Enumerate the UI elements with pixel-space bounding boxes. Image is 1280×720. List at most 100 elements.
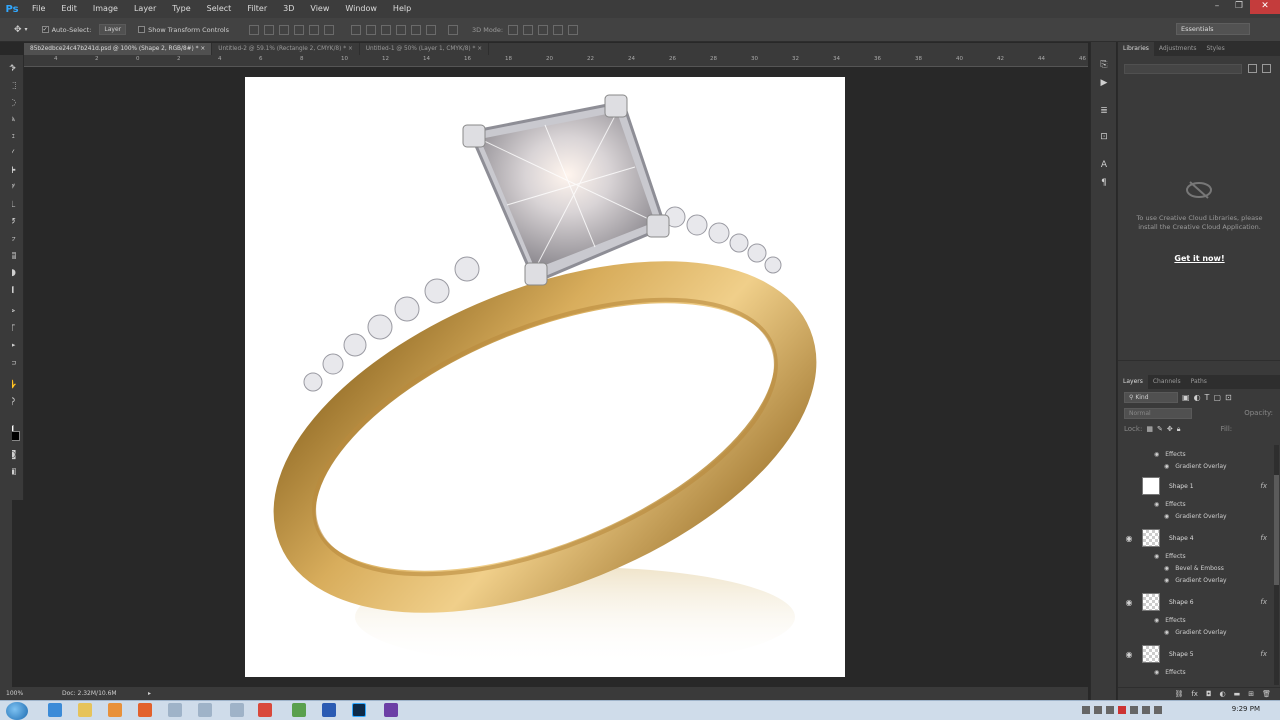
transform-controls-checkbox[interactable]: Show Transform Controls bbox=[138, 26, 229, 34]
eye-icon[interactable]: ◉ bbox=[1154, 615, 1159, 627]
layer-item-shape-5[interactable]: ◉ Shape 5 fx bbox=[1118, 643, 1273, 665]
explorer-icon[interactable] bbox=[78, 703, 92, 717]
auto-select-checkbox[interactable]: ✓ Auto-Select: bbox=[41, 26, 91, 34]
fx-icon[interactable]: fx bbox=[1260, 534, 1267, 542]
paragraph-icon[interactable]: ¶ bbox=[1098, 178, 1110, 190]
close-icon[interactable]: ✕ bbox=[1250, 0, 1280, 14]
zoom-level[interactable]: 100% bbox=[6, 687, 23, 700]
eye-icon[interactable]: ◉ bbox=[1122, 598, 1136, 607]
actions-play-icon[interactable]: ▶ bbox=[1098, 78, 1110, 90]
3d-scale-icon[interactable] bbox=[568, 24, 579, 35]
eye-icon[interactable]: ◉ bbox=[1164, 511, 1169, 523]
character-icon[interactable]: A bbox=[1098, 160, 1110, 172]
fx-icon[interactable]: fx bbox=[1260, 650, 1267, 658]
filter-shape-icon[interactable]: ▢ bbox=[1213, 393, 1221, 402]
move-tool-preset[interactable]: ✥ ▾ bbox=[14, 25, 28, 35]
tray-icon[interactable] bbox=[1142, 706, 1150, 714]
distribute-right-icon[interactable] bbox=[426, 24, 436, 35]
align-right-icon[interactable] bbox=[324, 24, 334, 35]
distribute-bottom-icon[interactable] bbox=[381, 24, 391, 35]
add-style-icon[interactable]: fx bbox=[1191, 688, 1198, 700]
eye-icon[interactable]: ◉ bbox=[1154, 499, 1159, 511]
tray-icon[interactable] bbox=[1118, 706, 1126, 714]
menu-3d[interactable]: 3D bbox=[275, 0, 302, 18]
document-tab[interactable]: 85b2edbce24c47b241d.psd @ 100% (Shape 2,… bbox=[24, 43, 213, 55]
tray-icon[interactable] bbox=[1082, 706, 1090, 714]
filter-smart-icon[interactable]: ⊡ bbox=[1225, 393, 1232, 402]
distribute-left-icon[interactable] bbox=[396, 24, 406, 35]
3d-drag-icon[interactable] bbox=[538, 24, 549, 35]
document-tab[interactable]: Untitled-1 @ 50% (Layer 1, CMYK/8) * × bbox=[360, 43, 490, 55]
horizontal-ruler[interactable]: 4 2 0 2 4 6 8 10 12 14 16 18 20 22 24 26 28 30 32 34 36 38 40 4… bbox=[24, 55, 1088, 67]
properties-icon[interactable]: ≣ bbox=[1098, 106, 1110, 118]
adjustment-layer-icon[interactable]: ◐ bbox=[1220, 688, 1226, 700]
eye-icon[interactable]: ◉ bbox=[1122, 650, 1136, 659]
tab-libraries[interactable]: Libraries bbox=[1118, 42, 1154, 56]
filter-pixel-icon[interactable]: ▣ bbox=[1182, 393, 1190, 402]
eye-icon[interactable]: ◉ bbox=[1122, 534, 1136, 543]
tab-adjustments[interactable]: Adjustments bbox=[1154, 42, 1202, 56]
menu-filter[interactable]: Filter bbox=[239, 0, 275, 18]
grid-view-icon[interactable] bbox=[1248, 64, 1257, 73]
auto-select-dropdown[interactable]: Layer bbox=[99, 24, 127, 35]
status-menu-arrow-icon[interactable]: ▸ bbox=[148, 687, 151, 700]
link-layers-icon[interactable]: ⛓ bbox=[1174, 688, 1183, 700]
lock-position-icon[interactable]: ✥ bbox=[1167, 425, 1173, 433]
menu-file[interactable]: File bbox=[24, 0, 53, 18]
vertical-ruler[interactable] bbox=[0, 67, 12, 687]
align-bottom-icon[interactable] bbox=[279, 24, 289, 35]
taskbar-clock[interactable]: 9:29 PM bbox=[1232, 705, 1260, 713]
align-left-icon[interactable] bbox=[294, 24, 304, 35]
distribute-vcenter-icon[interactable] bbox=[366, 24, 376, 35]
app-icon[interactable] bbox=[198, 703, 212, 717]
layer-item-shape-1[interactable]: Shape 1 fx bbox=[1118, 475, 1273, 497]
eye-icon[interactable]: ◉ bbox=[1164, 575, 1169, 587]
fx-icon[interactable]: fx bbox=[1260, 482, 1267, 490]
firefox-icon[interactable] bbox=[138, 703, 152, 717]
tab-channels[interactable]: Channels bbox=[1148, 375, 1186, 389]
align-vcenter-icon[interactable] bbox=[264, 24, 274, 35]
start-button-icon[interactable] bbox=[6, 702, 28, 720]
minimize-icon[interactable]: – bbox=[1206, 0, 1228, 14]
eye-icon[interactable]: ◉ bbox=[1164, 627, 1169, 639]
tab-paths[interactable]: Paths bbox=[1186, 375, 1212, 389]
tray-icon[interactable] bbox=[1154, 706, 1162, 714]
new-layer-icon[interactable]: ⊞ bbox=[1248, 688, 1254, 700]
list-view-icon[interactable] bbox=[1262, 64, 1271, 73]
libraries-search[interactable] bbox=[1124, 64, 1242, 74]
tab-styles[interactable]: Styles bbox=[1202, 42, 1230, 56]
menu-type[interactable]: Type bbox=[164, 0, 198, 18]
ie-icon[interactable] bbox=[48, 703, 62, 717]
menu-image[interactable]: Image bbox=[85, 0, 126, 18]
app-icon[interactable] bbox=[292, 703, 306, 717]
lock-pixels-icon[interactable]: ▦ bbox=[1146, 425, 1153, 433]
3d-roll-icon[interactable] bbox=[523, 24, 534, 35]
history-icon[interactable]: ⎘ bbox=[1098, 60, 1110, 72]
filter-kind-dropdown[interactable]: ⚲ Kind bbox=[1124, 391, 1178, 403]
eye-icon[interactable]: ◉ bbox=[1154, 449, 1159, 461]
menu-select[interactable]: Select bbox=[199, 0, 240, 18]
layer-item-shape-4[interactable]: ◉ Shape 4 fx bbox=[1118, 527, 1273, 549]
get-it-now-link[interactable]: Get it now! bbox=[1118, 254, 1280, 263]
close-icon[interactable]: × bbox=[348, 46, 353, 52]
fx-icon[interactable]: fx bbox=[1260, 598, 1267, 606]
align-top-icon[interactable] bbox=[249, 24, 259, 35]
restore-icon[interactable]: ❐ bbox=[1228, 0, 1250, 14]
scrollbar-thumb[interactable] bbox=[1274, 475, 1279, 585]
tray-icon[interactable] bbox=[1130, 706, 1138, 714]
filter-adjust-icon[interactable]: ◐ bbox=[1194, 393, 1201, 402]
distribute-hcenter-icon[interactable] bbox=[411, 24, 421, 35]
menu-edit[interactable]: Edit bbox=[53, 0, 85, 18]
menu-layer[interactable]: Layer bbox=[126, 0, 164, 18]
layers-scrollbar[interactable] bbox=[1274, 445, 1279, 685]
app-icon[interactable] bbox=[230, 703, 244, 717]
filter-type-icon[interactable]: T bbox=[1205, 393, 1210, 402]
close-icon[interactable]: × bbox=[477, 46, 482, 52]
photoshop-taskbar-icon[interactable] bbox=[352, 703, 366, 717]
menu-help[interactable]: Help bbox=[385, 0, 419, 18]
media-player-icon[interactable] bbox=[108, 703, 122, 717]
add-mask-icon[interactable]: ◘ bbox=[1206, 688, 1212, 700]
document-tab[interactable]: Untitled-2 @ 59.1% (Rectangle 2, CMYK/8)… bbox=[212, 43, 360, 55]
word-icon[interactable] bbox=[322, 703, 336, 717]
lock-image-icon[interactable]: ✎ bbox=[1157, 425, 1163, 433]
